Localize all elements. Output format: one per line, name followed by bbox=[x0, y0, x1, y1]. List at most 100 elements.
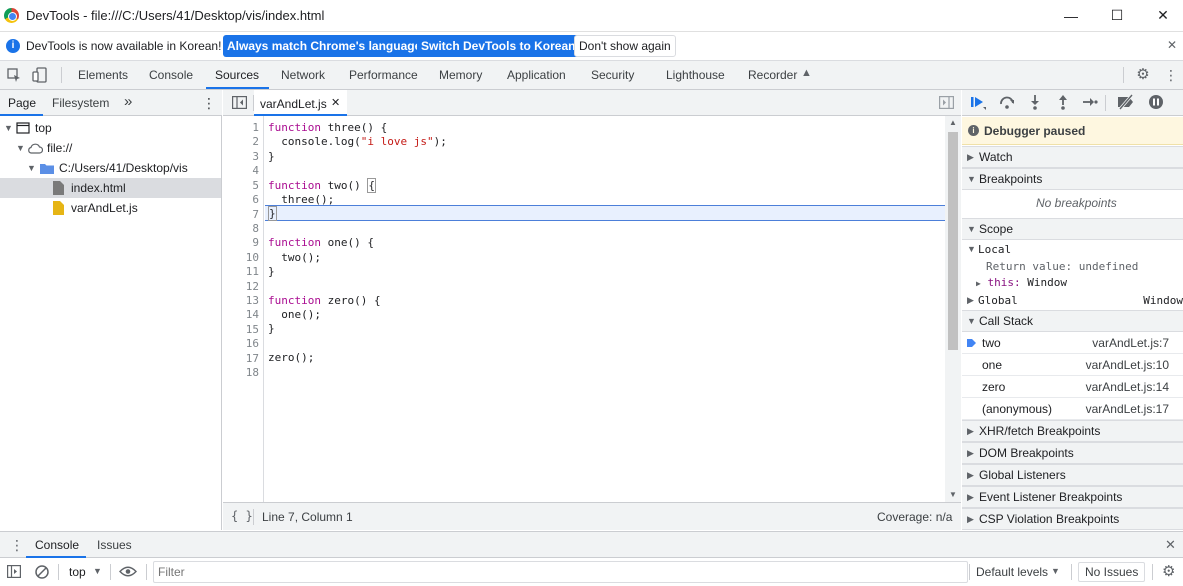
section-global-listeners[interactable]: ▶ Global Listeners bbox=[962, 464, 1183, 486]
clear-console-icon[interactable] bbox=[35, 565, 49, 579]
code-line-7[interactable]: } bbox=[268, 206, 277, 221]
frame-function: two bbox=[982, 336, 1001, 350]
tab-memory[interactable]: Memory bbox=[439, 68, 482, 82]
section-call-stack[interactable]: ▼ Call Stack bbox=[962, 310, 1183, 332]
code-line-1[interactable]: function three() { bbox=[268, 121, 387, 134]
tree-item-top[interactable]: ▼ top bbox=[0, 118, 221, 138]
drawer-tab-console[interactable]: Console bbox=[35, 538, 79, 552]
tab-filesystem[interactable]: Filesystem bbox=[52, 96, 109, 110]
tab-network[interactable]: Network bbox=[281, 68, 325, 82]
line-number: 7 bbox=[252, 208, 259, 221]
call-frame[interactable]: (anonymous) varAndLet.js:17 bbox=[962, 398, 1183, 420]
code-line-10[interactable]: two(); bbox=[268, 251, 321, 264]
code-line-17[interactable]: zero(); bbox=[268, 351, 314, 364]
scroll-down-icon[interactable]: ▼ bbox=[949, 490, 957, 499]
step-into-icon[interactable] bbox=[1025, 94, 1045, 112]
tab-recorder[interactable]: Recorder bbox=[748, 68, 797, 82]
line-number: 18 bbox=[245, 366, 259, 379]
log-levels-dropdown[interactable]: Default levels ▼ bbox=[976, 562, 1066, 582]
tab-lighthouse[interactable]: Lighthouse bbox=[666, 68, 725, 82]
tab-security[interactable]: Security bbox=[591, 68, 634, 82]
console-settings-gear-icon[interactable]: ⚙ bbox=[1162, 562, 1175, 580]
inspect-element-icon[interactable] bbox=[6, 67, 22, 83]
frame-location[interactable]: varAndLet.js:14 bbox=[1086, 376, 1169, 398]
match-language-button[interactable]: Always match Chrome's language bbox=[223, 35, 426, 57]
close-window-button[interactable]: ✕ bbox=[1140, 0, 1183, 31]
code-line-9[interactable]: function one() { bbox=[268, 236, 374, 249]
info-icon: i bbox=[968, 125, 979, 136]
toggle-navigator-icon[interactable] bbox=[232, 96, 247, 109]
line-number: 6 bbox=[252, 193, 259, 206]
tree-item-origin[interactable]: ▼ file:// bbox=[0, 138, 221, 158]
maximize-button[interactable]: ☐ bbox=[1094, 0, 1140, 31]
section-xhr-breakpoints[interactable]: ▶ XHR/fetch Breakpoints bbox=[962, 420, 1183, 442]
resume-icon[interactable] bbox=[968, 94, 988, 112]
line-number-gutter[interactable]: 1 2 3 4 5 6 7 8 9 10 11 12 13 14 15 16 1… bbox=[223, 116, 264, 502]
frame-location[interactable]: varAndLet.js:7 bbox=[1092, 332, 1169, 354]
scroll-up-icon[interactable]: ▲ bbox=[949, 118, 957, 127]
scope-global[interactable]: ▶ Global Window bbox=[962, 292, 1183, 309]
step-over-icon[interactable] bbox=[997, 94, 1017, 112]
tab-sources[interactable]: Sources bbox=[215, 68, 259, 82]
device-toolbar-icon[interactable] bbox=[32, 67, 48, 83]
editor-scrollbar[interactable]: ▲ ▼ bbox=[945, 116, 961, 502]
minimize-button[interactable]: — bbox=[1048, 0, 1094, 31]
tree-item-folder[interactable]: ▼ C:/Users/41/Desktop/vis bbox=[0, 158, 221, 178]
return-value-key: Return value: bbox=[986, 260, 1073, 273]
more-options-icon[interactable]: ⋮ bbox=[1163, 67, 1179, 83]
tree-item-index-html[interactable]: index.html bbox=[0, 178, 221, 198]
frame-location[interactable]: varAndLet.js:10 bbox=[1086, 354, 1169, 376]
call-frame[interactable]: two varAndLet.js:7 bbox=[962, 332, 1183, 354]
call-frame[interactable]: zero varAndLet.js:14 bbox=[962, 376, 1183, 398]
pause-on-exceptions-icon[interactable] bbox=[1146, 94, 1166, 112]
tab-elements[interactable]: Elements bbox=[78, 68, 128, 82]
scrollbar-thumb[interactable] bbox=[948, 132, 958, 350]
this-row[interactable]: ▶ this: Window bbox=[976, 276, 1067, 289]
step-icon[interactable] bbox=[1080, 94, 1100, 112]
context-selector[interactable]: top ▼ bbox=[63, 562, 105, 582]
switch-korean-button[interactable]: Switch DevTools to Korean bbox=[417, 35, 580, 57]
code-line-3[interactable]: } bbox=[268, 150, 275, 163]
code-line-5[interactable]: function two() { bbox=[268, 178, 376, 193]
tree-item-varandlet-js[interactable]: varAndLet.js bbox=[0, 198, 221, 218]
drawer-menu-icon[interactable]: ⋮ bbox=[10, 537, 24, 554]
step-out-icon[interactable] bbox=[1053, 94, 1073, 112]
toggle-debugger-icon[interactable] bbox=[939, 96, 954, 109]
scope-local[interactable]: ▼ Local bbox=[962, 241, 1183, 258]
drawer-tab-issues[interactable]: Issues bbox=[97, 538, 132, 552]
tab-application[interactable]: Application bbox=[507, 68, 566, 82]
frame-location[interactable]: varAndLet.js:17 bbox=[1086, 398, 1169, 420]
section-breakpoints[interactable]: ▼ Breakpoints bbox=[962, 168, 1183, 190]
section-watch[interactable]: ▶ Watch bbox=[962, 146, 1183, 168]
pretty-print-icon[interactable]: { } bbox=[231, 509, 253, 523]
section-dom-breakpoints[interactable]: ▶ DOM Breakpoints bbox=[962, 442, 1183, 464]
more-tabs-icon[interactable]: » bbox=[124, 93, 132, 110]
infobar-close-icon[interactable]: ✕ bbox=[1167, 38, 1177, 52]
line-number: 16 bbox=[245, 337, 259, 350]
settings-gear-icon[interactable]: ⚙ bbox=[1135, 67, 1151, 83]
return-value-row[interactable]: Return value: undefined bbox=[986, 260, 1138, 273]
section-scope[interactable]: ▼ Scope bbox=[962, 218, 1183, 240]
code-line-6[interactable]: three(); bbox=[268, 193, 334, 206]
close-tab-icon[interactable]: ✕ bbox=[331, 96, 340, 109]
section-csp-breakpoints[interactable]: ▶ CSP Violation Breakpoints bbox=[962, 508, 1183, 530]
tab-performance[interactable]: Performance bbox=[349, 68, 418, 82]
issues-counter-button[interactable]: No Issues bbox=[1078, 562, 1146, 582]
code-line-2[interactable]: console.log("i love js"); bbox=[268, 135, 447, 148]
drawer-close-icon[interactable]: ✕ bbox=[1165, 537, 1176, 553]
deactivate-breakpoints-icon[interactable] bbox=[1116, 94, 1136, 112]
dont-show-again-button[interactable]: Don't show again bbox=[574, 35, 676, 57]
code-line-11[interactable]: } bbox=[268, 265, 275, 278]
code-line-13[interactable]: function zero() { bbox=[268, 294, 381, 307]
tab-console[interactable]: Console bbox=[149, 68, 193, 82]
live-expression-eye-icon[interactable] bbox=[119, 566, 137, 577]
console-sidebar-icon[interactable] bbox=[7, 565, 21, 578]
navigator-menu-icon[interactable]: ⋮ bbox=[202, 95, 216, 112]
call-frame[interactable]: one varAndLet.js:10 bbox=[962, 354, 1183, 376]
section-event-listener-breakpoints[interactable]: ▶ Event Listener Breakpoints bbox=[962, 486, 1183, 508]
code-line-14[interactable]: one(); bbox=[268, 308, 321, 321]
file-tab-varandlet[interactable]: varAndLet.js ✕ bbox=[254, 90, 347, 116]
tab-page[interactable]: Page bbox=[8, 96, 36, 110]
code-line-15[interactable]: } bbox=[268, 322, 275, 335]
filter-input[interactable] bbox=[158, 564, 958, 580]
